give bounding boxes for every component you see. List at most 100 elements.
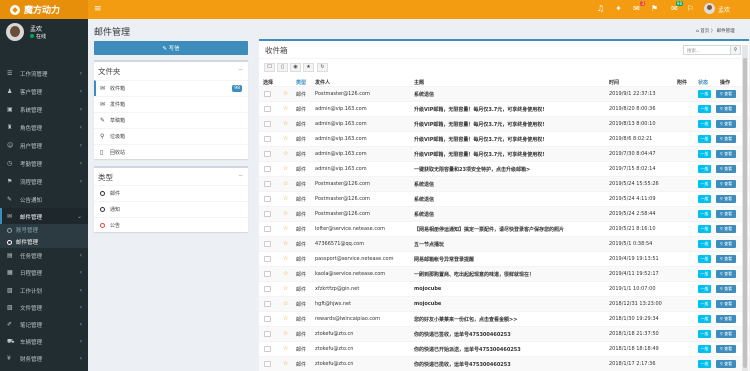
star-icon[interactable]: ☆ — [283, 285, 288, 292]
view-button[interactable]: ⚲ 查看 — [716, 330, 736, 338]
table-row[interactable]: ☆ 邮件 hgft@hjws.net mojocube 2018/12/31 13:23… — [259, 296, 749, 311]
sidebar-item-workflow[interactable]: ☰ 工作流管理 ‹ — [0, 65, 88, 82]
row-subject[interactable]: 系统退信 — [414, 91, 434, 98]
search-input[interactable]: 搜索... — [683, 45, 731, 55]
view-button[interactable]: ⚲ 查看 — [716, 210, 736, 218]
sidebar-item-users[interactable]: ☺ 用户管理 ‹ — [0, 137, 88, 154]
table-row[interactable]: ☆ 邮件 Postmaster@126.com 系统退信 2019/5/24 4:11:… — [259, 191, 749, 206]
row-checkbox[interactable] — [264, 301, 271, 307]
type-announcement[interactable]: 公告 — [94, 217, 248, 233]
row-subject[interactable]: 系统退信 — [414, 211, 434, 218]
tasks-icon[interactable]: ⚑ — [650, 4, 659, 13]
row-subject[interactable]: 您的好友小莱莱来一份红包，点击查看金额>> — [414, 316, 517, 323]
folder-drafts[interactable]: ✎ 草稿箱 — [94, 112, 248, 128]
table-row[interactable]: ☆ 邮件 Postmaster@126.com 系统退信 2019/9/1 22:37:… — [259, 86, 749, 101]
puzzle-icon[interactable]: ✦ — [614, 4, 623, 13]
row-checkbox[interactable] — [264, 256, 271, 262]
row-subject[interactable]: 你的快递已开始派送，运单号475300460253 — [414, 346, 521, 353]
row-subject[interactable]: 一刷到那购置商、吃出起起现意的味道，很鲜就现在！ — [414, 271, 534, 278]
star-icon[interactable]: ☆ — [283, 315, 288, 322]
view-button[interactable]: ⚲ 查看 — [716, 120, 736, 128]
compose-button[interactable]: ✎ 写信 — [94, 41, 248, 55]
row-checkbox[interactable] — [264, 241, 271, 247]
header-status[interactable]: 状态 — [698, 79, 708, 86]
table-row[interactable]: ☆ 邮件 kaola@service.netease.com 一刷到那购置商、吃出起起… — [259, 266, 749, 281]
comment-icon[interactable]: ✉ 3 — [632, 1, 645, 13]
row-subject[interactable]: mojocube — [414, 286, 441, 292]
collapse-icon[interactable]: − — [238, 172, 243, 179]
star-icon[interactable]: ☆ — [283, 225, 288, 232]
star-icon[interactable]: ☆ — [283, 270, 288, 277]
row-subject[interactable]: 升级VIP邮箱，无限容量！每月仅3.7元，可享终身使用权! — [414, 121, 545, 128]
star-icon[interactable]: ☆ — [283, 345, 288, 352]
folder-trash[interactable]: ▯ 回收站 — [94, 144, 248, 160]
row-checkbox[interactable] — [264, 196, 271, 202]
view-button[interactable]: ⚲ 查看 — [716, 270, 736, 278]
flag-icon[interactable]: ⚐ — [686, 4, 695, 13]
view-button[interactable]: ⚲ 查看 — [716, 225, 736, 233]
row-checkbox[interactable] — [264, 346, 271, 352]
sidebar-item-schedule[interactable]: ▦ 日程管理 ‹ — [0, 264, 88, 281]
folder-junk[interactable]: ⚲ 垃圾箱 — [94, 128, 248, 144]
header-type[interactable]: 类型 — [296, 79, 306, 86]
row-checkbox[interactable] — [264, 271, 271, 277]
sidebar-item-roles[interactable]: ♜ 角色管理 ‹ — [0, 119, 88, 136]
envelope-icon[interactable]: ✉ 98 — [670, 1, 683, 13]
type-notice[interactable]: 通知 — [94, 201, 248, 217]
table-row[interactable]: ☆ 邮件 admin@vip.163.com 升级VIP邮箱，无限容量！每月仅3.7元… — [259, 146, 749, 161]
table-row[interactable]: ☆ 邮件 ztokefu@zto.cn 你的快递已开始派送，运单号4753004602… — [259, 341, 749, 356]
row-subject[interactable]: 你的快递已揽收，运单号475300460253 — [414, 361, 511, 368]
view-button[interactable]: ⚲ 查看 — [716, 255, 736, 263]
row-checkbox[interactable] — [264, 361, 271, 367]
star-icon[interactable]: ★ — [303, 63, 314, 72]
table-row[interactable]: ☆ 邮件 Postmaster@126.com 系统退信 2019/5/24 15:55… — [259, 176, 749, 191]
table-row[interactable]: ☆ 邮件 passport@service.netease.com 网易邮箱帐号异常登… — [259, 251, 749, 266]
view-button[interactable]: ⚲ 查看 — [716, 165, 736, 173]
star-icon[interactable]: ☆ — [283, 90, 288, 97]
user-menu[interactable]: 孟欢 — [718, 5, 730, 14]
row-checkbox[interactable] — [264, 121, 271, 127]
folder-sent[interactable]: ✉ 发件箱 — [94, 96, 248, 112]
row-subject[interactable]: 升级VIP邮箱，无限容量！每月仅3.7元，可享终身使用权! — [414, 136, 545, 143]
sidebar-item-files[interactable]: ▨ 文件管理 ‹ — [0, 299, 88, 316]
row-subject[interactable]: 你的快递已签收，运单号475300460253 — [414, 331, 511, 338]
read-icon[interactable]: ◉ — [290, 63, 301, 72]
user-avatar[interactable] — [704, 3, 715, 14]
view-button[interactable]: ⚲ 查看 — [716, 360, 736, 368]
star-icon[interactable]: ☆ — [283, 180, 288, 187]
view-button[interactable]: ⚲ 查看 — [716, 90, 736, 98]
table-row[interactable]: ☆ 邮件 ztokefu@zto.cn 你的快递已签收，运单号475300460253… — [259, 326, 749, 341]
sidebar-item-attendance[interactable]: ◷ 考勤管理 ‹ — [0, 155, 88, 172]
table-row[interactable]: ☆ 邮件 admin@vip.163.com 升级VIP邮箱，无限容量！每月仅3.7元… — [259, 131, 749, 146]
sidebar-item-customers[interactable]: ♟ 客户管理 ‹ — [0, 83, 88, 100]
table-row[interactable]: ☆ 邮件 admin@vip.163.com 升级VIP邮箱，无限容量！每月仅3.7元… — [259, 101, 749, 116]
type-mail[interactable]: 邮件 — [94, 185, 248, 201]
table-row[interactable]: ☆ 邮件 rewards@lwincaipiao.com 您的好友小莱莱来一份红包，点… — [259, 311, 749, 326]
view-button[interactable]: ⚲ 查看 — [716, 240, 736, 248]
collapse-icon[interactable]: − — [238, 66, 243, 73]
view-button[interactable]: ⚲ 查看 — [716, 315, 736, 323]
row-subject[interactable]: 系统退信 — [414, 196, 434, 203]
star-icon[interactable]: ☆ — [283, 330, 288, 337]
row-subject[interactable]: 升级VIP邮箱，无限容量！每月仅3.7元，可享终身使用权! — [414, 106, 545, 113]
row-checkbox[interactable] — [264, 316, 271, 322]
row-checkbox[interactable] — [264, 226, 271, 232]
folder-inbox[interactable]: ✉ 收件箱 98 — [94, 80, 248, 96]
row-subject[interactable]: 系统退信 — [414, 181, 434, 188]
bell-icon[interactable]: ♫ — [596, 4, 605, 13]
row-subject[interactable]: 升级VIP邮箱，无限容量！每月仅3.7元，可享终身使用权! — [414, 151, 545, 158]
table-row[interactable]: ☆ 邮件 xfzkrtfzp@gin.net mojocube 2019/1/1 10:… — [259, 281, 749, 296]
view-button[interactable]: ⚲ 查看 — [716, 345, 736, 353]
row-subject[interactable]: 网易邮箱帐号异常登录提醒 — [414, 256, 474, 263]
app-logo[interactable]: 魔方动力 — [0, 0, 88, 19]
row-checkbox[interactable] — [264, 106, 271, 112]
view-button[interactable]: ⚲ 查看 — [716, 135, 736, 143]
table-row[interactable]: ☆ 邮件 admin@vip.163.com 一键获取无限容量和23项安全特护，点击升… — [259, 161, 749, 176]
delete-icon[interactable]: ▯ — [277, 63, 288, 72]
view-button[interactable]: ⚲ 查看 — [716, 285, 736, 293]
table-row[interactable]: ☆ 邮件 ztokefu@zto.cn 你的快递已揽收，运单号475300460253… — [259, 356, 749, 371]
breadcrumb[interactable]: ⌂ 首页 〉 邮件管理 — [696, 28, 735, 34]
view-button[interactable]: ⚲ 查看 — [716, 150, 736, 158]
row-subject[interactable]: 【网易相册停运通知】搞定一票配件，请尽快登录客户保存您的照片 — [414, 226, 564, 233]
sidebar-item-vehicles[interactable]: ⛟ 车辆管理 ‹ — [0, 333, 88, 350]
